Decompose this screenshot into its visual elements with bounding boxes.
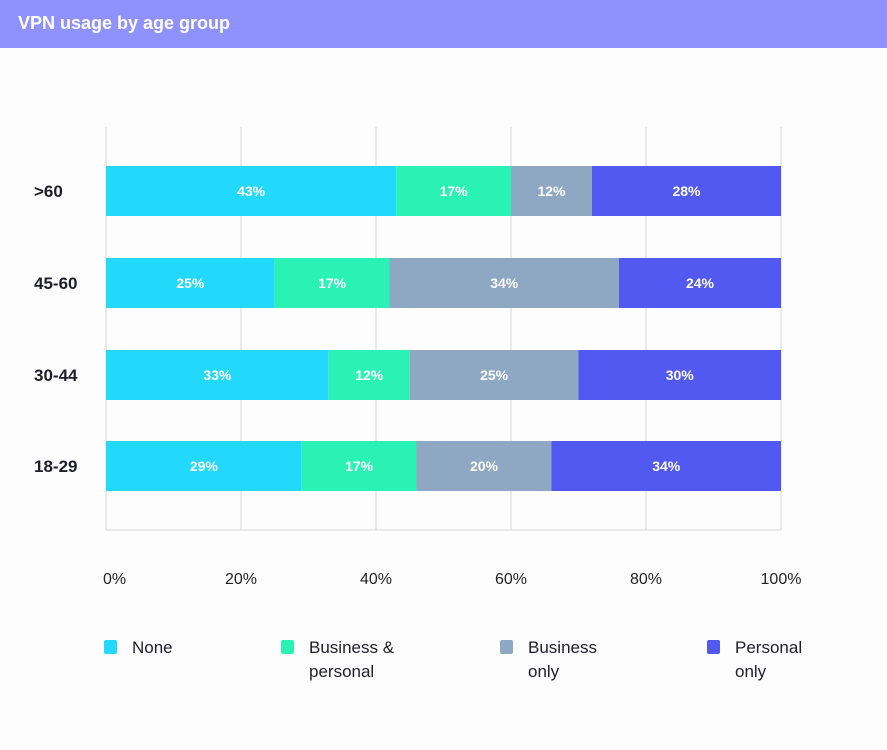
data-label: 24% bbox=[686, 275, 715, 291]
data-label: 34% bbox=[652, 458, 681, 474]
legend-label: only bbox=[735, 662, 767, 681]
data-label: 20% bbox=[470, 458, 499, 474]
data-label: 28% bbox=[672, 183, 701, 199]
x-tick-label: 60% bbox=[495, 571, 527, 588]
legend-label: only bbox=[528, 662, 560, 681]
data-label: 43% bbox=[237, 183, 266, 199]
legend-swatch bbox=[500, 640, 513, 654]
legend-swatch bbox=[281, 640, 294, 654]
legend-label: Business bbox=[528, 638, 597, 657]
legend-label: personal bbox=[309, 662, 374, 681]
category-label: 30-44 bbox=[34, 366, 78, 385]
x-tick-label: 100% bbox=[761, 571, 802, 588]
data-label: 17% bbox=[345, 458, 374, 474]
data-label: 34% bbox=[490, 275, 519, 291]
data-label: 25% bbox=[176, 275, 205, 291]
data-label: 29% bbox=[190, 458, 219, 474]
legend-label: Personal bbox=[735, 638, 802, 657]
category-label: 18-29 bbox=[34, 457, 77, 476]
category-label: 45-60 bbox=[34, 274, 77, 293]
data-label: 12% bbox=[355, 367, 384, 383]
legend-label: Business & bbox=[309, 638, 395, 657]
data-label: 33% bbox=[203, 367, 232, 383]
data-label: 17% bbox=[318, 275, 347, 291]
x-tick-label: 20% bbox=[225, 571, 257, 588]
x-tick-label: 80% bbox=[630, 571, 662, 588]
legend-swatch bbox=[707, 640, 720, 654]
x-tick-label: 0% bbox=[103, 571, 126, 588]
data-label: 25% bbox=[480, 367, 509, 383]
stacked-bar-chart: 0% 20% 40% 60% 80% 100% >60 43% 17% 12% 28% 45-60 25… bbox=[34, 127, 802, 681]
data-label: 12% bbox=[537, 183, 566, 199]
legend-label: None bbox=[132, 638, 173, 657]
legend-swatch bbox=[104, 640, 117, 654]
category-label: >60 bbox=[34, 182, 63, 201]
data-label: 17% bbox=[440, 183, 469, 199]
x-tick-label: 40% bbox=[360, 571, 392, 588]
data-label: 30% bbox=[666, 367, 695, 383]
